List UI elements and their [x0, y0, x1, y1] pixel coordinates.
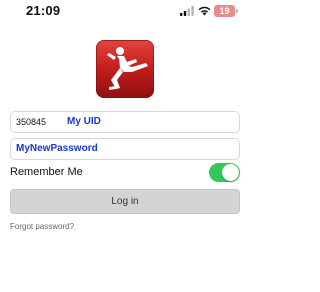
login-screen: 21:09 19 350845 My UID MyNewPassword Rem… [0, 0, 250, 292]
karate-kick-logo [96, 40, 154, 98]
status-time: 21:09 [26, 3, 61, 18]
uid-value: 350845 [16, 117, 47, 127]
uid-input[interactable]: 350845 My UID [10, 111, 240, 133]
forgot-password-link[interactable]: Forgot password? [10, 222, 74, 231]
remember-me-toggle[interactable] [209, 163, 240, 182]
login-button[interactable]: Log in [10, 189, 240, 214]
toggle-knob [222, 164, 239, 181]
wifi-icon [198, 6, 211, 16]
uid-annotation: My UID [67, 116, 101, 127]
password-input[interactable]: MyNewPassword [10, 138, 240, 160]
password-value: MyNewPassword [16, 143, 98, 154]
battery-icon: 19 [214, 5, 238, 17]
remember-me-label: Remember Me [10, 166, 83, 178]
signal-icon [180, 6, 194, 16]
status-bar: 21:09 19 [0, 0, 250, 22]
battery-cap [236, 9, 238, 13]
battery-level: 19 [214, 5, 235, 17]
